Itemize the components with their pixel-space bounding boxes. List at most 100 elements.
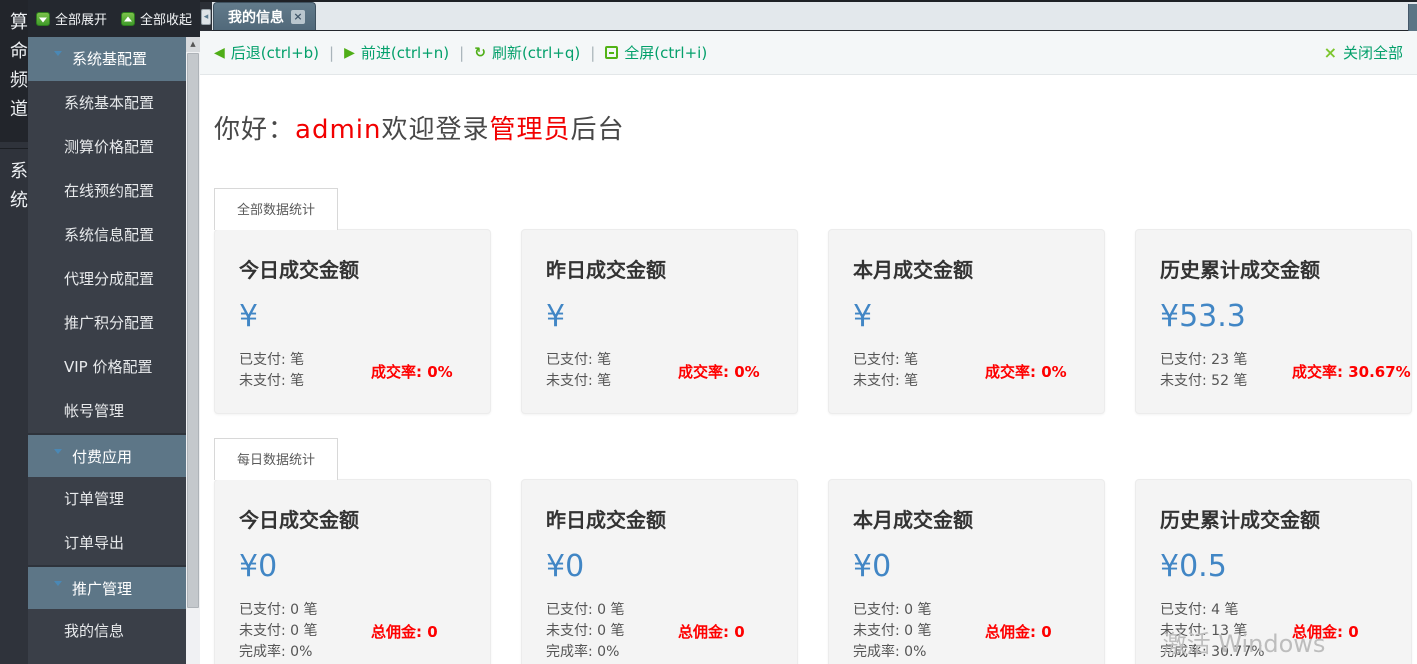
total-commission: 总佣金: 0	[678, 621, 745, 642]
sidebar-item-order-management[interactable]: 订单管理	[28, 477, 186, 521]
sidebar-item-vip-price-config[interactable]: VIP 价格配置	[28, 345, 186, 389]
caret-down-icon	[54, 51, 62, 56]
stat-card-month: 本月成交金额 ¥ 已支付: 笔 未支付: 笔 成交率: 0%	[828, 229, 1105, 414]
toolbar-separator: |	[459, 44, 464, 62]
deal-rate: 成交率: 0%	[985, 361, 1067, 382]
completion-rate: 完成率: 0%	[239, 642, 357, 663]
caret-down-icon	[54, 581, 62, 586]
amount-value: ¥0.5	[1160, 549, 1387, 584]
amount-value: ¥	[546, 299, 773, 334]
close-x-icon: ×	[1324, 43, 1337, 62]
back-arrow-icon: ◀	[214, 45, 225, 61]
stats-card-row: 今日成交金额 ¥0 已支付: 0 笔 未支付: 0 笔 完成率: 0% 总佣金:…	[214, 479, 1417, 664]
refresh-icon: ↻	[474, 45, 486, 61]
main-content: ◂ 我的信息 × ◀ 后退(ctrl+b) | ▶ 前进(ctrl+n) | ↻…	[200, 0, 1417, 664]
sidebar-item-promo-points-config[interactable]: 推广积分配置	[28, 301, 186, 345]
amount-value: ¥0	[546, 549, 773, 584]
back-button[interactable]: ◀ 后退(ctrl+b)	[214, 42, 319, 63]
paid-count: 已支付: 笔	[239, 350, 357, 371]
caret-down-icon	[54, 449, 62, 454]
stats-card-row: 今日成交金额 ¥ 已支付: 笔 未支付: 笔 成交率: 0% 昨日成交金额 ¥	[214, 229, 1417, 414]
amount-value: ¥0	[239, 549, 466, 584]
paid-count: 已支付: 0 笔	[853, 600, 971, 621]
greeting: 你好：admin欢迎登录管理员后台	[214, 109, 1417, 146]
toolbar-separator: |	[590, 44, 595, 62]
tab-label: 我的信息	[228, 7, 284, 27]
channel-item-fortune[interactable]: 算命频道	[0, 0, 28, 142]
paid-count: 已支付: 23 笔	[1160, 350, 1278, 371]
sidebar-item-system-basic-config[interactable]: 系统基本配置	[28, 81, 186, 125]
stat-card-today: 今日成交金额 ¥0 已支付: 0 笔 未支付: 0 笔 完成率: 0% 总佣金:…	[214, 479, 491, 664]
scrollbar-thumb[interactable]	[187, 53, 199, 608]
sidebar-group-system-base[interactable]: 系统基配置	[28, 37, 186, 81]
channel-item-system[interactable]: 系统	[0, 148, 28, 233]
stat-card-month: 本月成交金额 ¥0 已支付: 0 笔 未支付: 0 笔 完成率: 0% 总佣金:…	[828, 479, 1105, 664]
paid-count: 已支付: 0 笔	[239, 600, 357, 621]
paid-count: 已支付: 笔	[853, 350, 971, 371]
collapse-all-button[interactable]: 全部收起	[121, 9, 192, 28]
collapse-arrow-icon	[121, 12, 135, 26]
unpaid-count: 未支付: 笔	[239, 371, 357, 392]
forward-button[interactable]: ▶ 前进(ctrl+n)	[344, 42, 449, 63]
sidebar-scrollbar[interactable]: ▲	[186, 37, 200, 664]
tab-all-data-stats[interactable]: 全部数据统计	[214, 188, 338, 230]
unpaid-count: 未支付: 0 笔	[853, 621, 971, 642]
fullscreen-button[interactable]: 全屏(ctrl+i)	[605, 42, 707, 63]
fullscreen-icon	[605, 46, 618, 59]
paid-count: 已支付: 4 笔	[1160, 600, 1278, 621]
completion-rate: 完成率: 0%	[853, 642, 971, 663]
unpaid-count: 未支付: 13 笔	[1160, 621, 1278, 642]
amount-value: ¥	[239, 299, 466, 334]
sidebar-group-promotion[interactable]: 推广管理	[28, 565, 186, 609]
section-all-stats: 全部数据统计 今日成交金额 ¥ 已支付: 笔 未支付: 笔 成交率: 0% 昨日…	[214, 188, 1417, 414]
tab-daily-data-stats[interactable]: 每日数据统计	[214, 438, 338, 480]
deal-rate: 成交率: 0%	[371, 361, 453, 382]
collapse-all-label: 全部收起	[140, 9, 192, 28]
completion-rate: 完成率: 0%	[546, 642, 664, 663]
unpaid-count: 未支付: 笔	[546, 371, 664, 392]
unpaid-count: 未支付: 0 笔	[239, 621, 357, 642]
tab-bar-right-edge	[1408, 4, 1417, 31]
paid-count: 已支付: 0 笔	[546, 600, 664, 621]
forward-arrow-icon: ▶	[344, 45, 355, 61]
expand-all-button[interactable]: 全部展开	[36, 9, 107, 28]
amount-value: ¥0	[853, 549, 1080, 584]
sidebar-item-price-config[interactable]: 测算价格配置	[28, 125, 186, 169]
amount-value: ¥	[853, 299, 1080, 334]
sidebar-item-agent-share-config[interactable]: 代理分成配置	[28, 257, 186, 301]
sidebar: 全部展开 全部收起 系统基配置 系统基本配置 测算价格配置 在线预约配置 系统信…	[28, 0, 200, 664]
unpaid-count: 未支付: 笔	[853, 371, 971, 392]
toolbar-separator: |	[329, 44, 334, 62]
tab-bar: ◂ 我的信息 ×	[200, 0, 1417, 31]
role: 管理员	[490, 115, 571, 145]
tab-close-icon[interactable]: ×	[291, 10, 305, 24]
unpaid-count: 未支付: 52 笔	[1160, 371, 1278, 392]
stat-card-history: 历史累计成交金额 ¥53.3 已支付: 23 笔 未支付: 52 笔 成交率: …	[1135, 229, 1412, 414]
tab-scroll-left-button[interactable]: ◂	[201, 9, 211, 25]
admin-window: 算命频道 系统 全部展开 全部收起 系统基配置 系统基本配置 测算价格配置 在线…	[0, 0, 1417, 664]
username: admin	[295, 115, 381, 145]
deal-rate: 成交率: 30.67%	[1292, 361, 1411, 382]
scrollbar-up-arrow-icon[interactable]: ▲	[186, 37, 200, 52]
sidebar-item-account-management[interactable]: 帐号管理	[28, 389, 186, 433]
sidebar-group-paid-apps[interactable]: 付费应用	[28, 433, 186, 477]
tab-my-info[interactable]: 我的信息 ×	[213, 2, 316, 30]
stat-card-today: 今日成交金额 ¥ 已支付: 笔 未支付: 笔 成交率: 0%	[214, 229, 491, 414]
section-daily-stats: 每日数据统计 今日成交金额 ¥0 已支付: 0 笔 未支付: 0 笔 完成率: …	[214, 438, 1417, 664]
total-commission: 总佣金: 0	[371, 621, 438, 642]
stat-card-history: 历史累计成交金额 ¥0.5 已支付: 4 笔 未支付: 13 笔 完成率: 30…	[1135, 479, 1412, 664]
sidebar-item-order-export[interactable]: 订单导出	[28, 521, 186, 565]
total-commission: 总佣金: 0	[1292, 621, 1359, 642]
amount-value: ¥53.3	[1160, 299, 1387, 334]
refresh-button[interactable]: ↻ 刷新(ctrl+q)	[474, 42, 580, 63]
sidebar-item-online-booking-config[interactable]: 在线预约配置	[28, 169, 186, 213]
sidebar-item-my-info[interactable]: 我的信息	[28, 609, 186, 653]
unpaid-count: 未支付: 0 笔	[546, 621, 664, 642]
close-all-button[interactable]: × 关闭全部	[1324, 42, 1403, 63]
sidebar-item-system-info-config[interactable]: 系统信息配置	[28, 213, 186, 257]
expand-all-label: 全部展开	[55, 9, 107, 28]
completion-rate: 完成率: 30.77%	[1160, 642, 1278, 663]
stat-card-yesterday: 昨日成交金额 ¥0 已支付: 0 笔 未支付: 0 笔 完成率: 0% 总佣金:…	[521, 479, 798, 664]
toolbar: ◀ 后退(ctrl+b) | ▶ 前进(ctrl+n) | ↻ 刷新(ctrl+…	[200, 31, 1417, 75]
sidebar-header: 全部展开 全部收起	[28, 0, 200, 37]
